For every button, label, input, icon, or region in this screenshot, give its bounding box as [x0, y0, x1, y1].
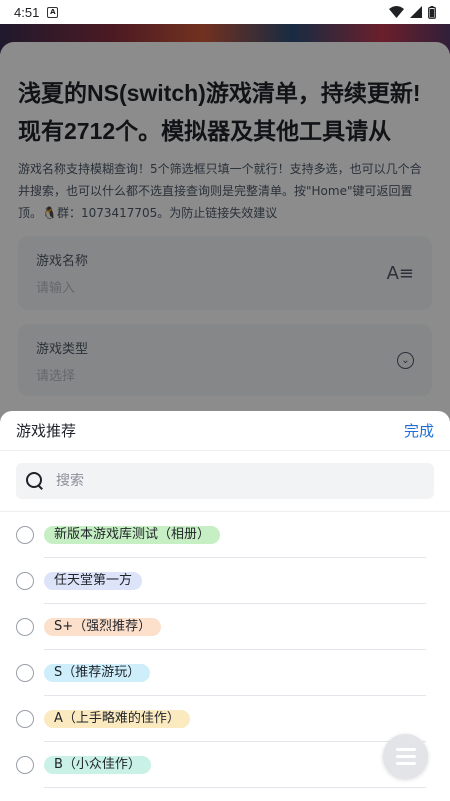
search-box[interactable]: [16, 463, 434, 499]
wifi-icon: [389, 6, 404, 18]
option-item[interactable]: B（小众佳作）: [0, 742, 450, 788]
option-item[interactable]: A（上手略难的佳作）: [0, 696, 450, 742]
floating-menu-button[interactable]: [383, 734, 428, 779]
radio-button[interactable]: [16, 618, 34, 636]
option-item[interactable]: S（推荐游玩）: [0, 650, 450, 696]
search-input[interactable]: [56, 473, 396, 489]
menu-icon-bar: [395, 755, 416, 758]
battery-icon: [428, 5, 436, 19]
sheet-header: 游戏推荐 完成: [0, 411, 450, 451]
search-bar: [0, 451, 450, 512]
radio-button[interactable]: [16, 526, 34, 544]
option-item[interactable]: 任天堂第一方: [0, 558, 450, 604]
option-tag: S（推荐游玩）: [44, 664, 151, 682]
radio-button[interactable]: [16, 710, 34, 728]
signal-icon: [410, 6, 422, 18]
option-item[interactable]: 新版本游戏库测试（相册）: [0, 512, 450, 558]
recommend-bottom-sheet: 游戏推荐 完成 新版本游戏库测试（相册） 任天堂第一方 S+（强烈推荐） S（推荐游玩…: [0, 411, 450, 801]
done-button[interactable]: 完成: [404, 420, 434, 441]
option-tag: 新版本游戏库测试（相册）: [44, 526, 221, 544]
menu-icon-bar: [395, 762, 416, 765]
menu-icon-bar: [395, 748, 416, 751]
sheet-title: 游戏推荐: [16, 422, 77, 440]
status-bar: 4:51 A: [0, 0, 450, 24]
option-tag: B（小众佳作）: [44, 756, 151, 774]
option-item[interactable]: S+（强烈推荐）: [0, 604, 450, 650]
status-time: 4:51: [14, 4, 40, 20]
radio-button[interactable]: [16, 664, 34, 682]
radio-button[interactable]: [16, 756, 34, 774]
search-icon: [26, 472, 44, 490]
notification-icon: A: [47, 6, 59, 18]
option-tag: S+（强烈推荐）: [44, 618, 162, 636]
option-list: 新版本游戏库测试（相册） 任天堂第一方 S+（强烈推荐） S（推荐游玩） A（上手略难的…: [0, 512, 450, 788]
option-tag: A（上手略难的佳作）: [44, 710, 190, 728]
radio-button[interactable]: [16, 572, 34, 590]
status-icons: [389, 5, 436, 19]
option-tag: 任天堂第一方: [44, 572, 143, 590]
